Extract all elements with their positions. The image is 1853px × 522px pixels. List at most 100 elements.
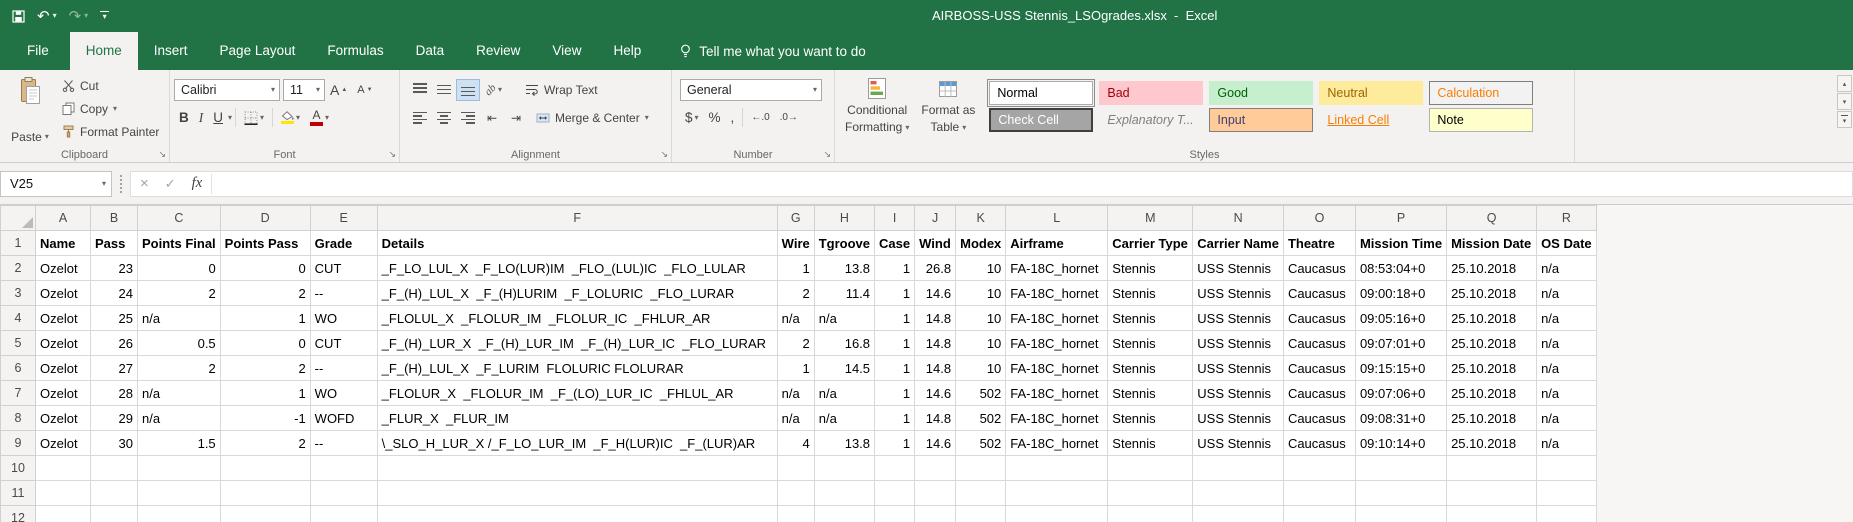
cell-M5[interactable]: Stennis bbox=[1108, 331, 1193, 356]
cell-R4[interactable]: n/a bbox=[1537, 306, 1597, 331]
cell-M3[interactable]: Stennis bbox=[1108, 281, 1193, 306]
cell-Q6[interactable]: 25.10.2018 bbox=[1447, 356, 1537, 381]
cell-B6[interactable]: 27 bbox=[91, 356, 138, 381]
cell-K10[interactable] bbox=[956, 456, 1006, 481]
cell-G3[interactable]: 2 bbox=[777, 281, 814, 306]
cell-F1[interactable]: Details bbox=[377, 231, 777, 256]
cell-M2[interactable]: Stennis bbox=[1108, 256, 1193, 281]
cell-R3[interactable]: n/a bbox=[1537, 281, 1597, 306]
cell-I8[interactable]: 1 bbox=[875, 406, 915, 431]
cell-B2[interactable]: 23 bbox=[91, 256, 138, 281]
cell-N4[interactable]: USS Stennis bbox=[1193, 306, 1284, 331]
cell-D5[interactable]: 0 bbox=[220, 331, 310, 356]
cell-E12[interactable] bbox=[310, 506, 377, 522]
row-header-1[interactable]: 1 bbox=[1, 231, 36, 256]
cell-B9[interactable]: 30 bbox=[91, 431, 138, 456]
font-dialog-launcher[interactable]: ↘ bbox=[388, 149, 396, 160]
cell-R2[interactable]: n/a bbox=[1537, 256, 1597, 281]
cell-E1[interactable]: Grade bbox=[310, 231, 377, 256]
cell-D3[interactable]: 2 bbox=[220, 281, 310, 306]
cell-E4[interactable]: WO bbox=[310, 306, 377, 331]
cell-N11[interactable] bbox=[1193, 481, 1284, 506]
cell-Q11[interactable] bbox=[1447, 481, 1537, 506]
cell-I12[interactable] bbox=[875, 506, 915, 522]
cell-F6[interactable]: _F_(H)_LUL_X _F_LURIM FLOLURIC FLOLURAR bbox=[377, 356, 777, 381]
cell-H3[interactable]: 11.4 bbox=[814, 281, 874, 306]
paste-button[interactable]: Paste▾ bbox=[4, 74, 56, 144]
cell-K11[interactable] bbox=[956, 481, 1006, 506]
cell-P10[interactable] bbox=[1355, 456, 1446, 481]
row-header-10[interactable]: 10 bbox=[1, 456, 36, 481]
cell-O10[interactable] bbox=[1283, 456, 1355, 481]
decrease-font-size-button[interactable]: A▼ bbox=[352, 79, 377, 101]
cell-E2[interactable]: CUT bbox=[310, 256, 377, 281]
cell-H9[interactable]: 13.8 bbox=[814, 431, 874, 456]
cell-Q10[interactable] bbox=[1447, 456, 1537, 481]
cell-style-explanatory-t[interactable]: Explanatory T... bbox=[1099, 108, 1203, 132]
cell-M10[interactable] bbox=[1108, 456, 1193, 481]
cell-R8[interactable]: n/a bbox=[1537, 406, 1597, 431]
column-header-N[interactable]: N bbox=[1193, 206, 1284, 231]
cell-I11[interactable] bbox=[875, 481, 915, 506]
cell-H1[interactable]: Tgroove bbox=[814, 231, 874, 256]
cell-R1[interactable]: OS Date bbox=[1537, 231, 1597, 256]
undo-button[interactable]: ↶▾ bbox=[37, 9, 57, 24]
cell-K9[interactable]: 502 bbox=[956, 431, 1006, 456]
align-center-button[interactable] bbox=[432, 107, 456, 129]
middle-align-button[interactable] bbox=[432, 79, 456, 101]
cell-J4[interactable]: 14.8 bbox=[915, 306, 956, 331]
cell-C11[interactable] bbox=[138, 481, 221, 506]
cell-E9[interactable]: -- bbox=[310, 431, 377, 456]
cell-style-check-cell[interactable]: Check Cell bbox=[989, 108, 1093, 132]
cell-A12[interactable] bbox=[36, 506, 91, 522]
wrap-text-button[interactable]: Wrap Text bbox=[521, 79, 602, 101]
cell-N2[interactable]: USS Stennis bbox=[1193, 256, 1284, 281]
cell-N6[interactable]: USS Stennis bbox=[1193, 356, 1284, 381]
cell-J7[interactable]: 14.6 bbox=[915, 381, 956, 406]
cell-L6[interactable]: FA-18C_hornet bbox=[1006, 356, 1108, 381]
cell-J8[interactable]: 14.8 bbox=[915, 406, 956, 431]
save-button[interactable] bbox=[12, 10, 25, 23]
cell-D8[interactable]: -1 bbox=[220, 406, 310, 431]
cell-F11[interactable] bbox=[377, 481, 777, 506]
column-header-F[interactable]: F bbox=[377, 206, 777, 231]
cell-N1[interactable]: Carrier Name bbox=[1193, 231, 1284, 256]
cell-E6[interactable]: -- bbox=[310, 356, 377, 381]
cell-A7[interactable]: Ozelot bbox=[36, 381, 91, 406]
cell-D10[interactable] bbox=[220, 456, 310, 481]
orientation-button[interactable]: ab▾ bbox=[480, 79, 507, 101]
cell-A5[interactable]: Ozelot bbox=[36, 331, 91, 356]
formula-input[interactable] bbox=[218, 172, 1852, 196]
number-dialog-launcher[interactable]: ↘ bbox=[823, 149, 831, 160]
tab-formulas[interactable]: Formulas bbox=[311, 32, 399, 70]
cell-R7[interactable]: n/a bbox=[1537, 381, 1597, 406]
cell-C3[interactable]: 2 bbox=[138, 281, 221, 306]
column-header-I[interactable]: I bbox=[875, 206, 915, 231]
cell-K5[interactable]: 10 bbox=[956, 331, 1006, 356]
cell-E8[interactable]: WOFD bbox=[310, 406, 377, 431]
increase-font-size-button[interactable]: A▲ bbox=[325, 79, 352, 101]
cell-Q4[interactable]: 25.10.2018 bbox=[1447, 306, 1537, 331]
tab-insert[interactable]: Insert bbox=[138, 32, 204, 70]
cell-G11[interactable] bbox=[777, 481, 814, 506]
column-header-G[interactable]: G bbox=[777, 206, 814, 231]
cell-H4[interactable]: n/a bbox=[814, 306, 874, 331]
cut-button[interactable]: Cut bbox=[59, 74, 162, 97]
cell-H5[interactable]: 16.8 bbox=[814, 331, 874, 356]
cell-K2[interactable]: 10 bbox=[956, 256, 1006, 281]
cell-K6[interactable]: 10 bbox=[956, 356, 1006, 381]
cell-B4[interactable]: 25 bbox=[91, 306, 138, 331]
font-size-select[interactable]: 11▾ bbox=[283, 79, 325, 101]
cell-J1[interactable]: Wind bbox=[915, 231, 956, 256]
cell-style-bad[interactable]: Bad bbox=[1099, 81, 1203, 105]
column-header-Q[interactable]: Q bbox=[1447, 206, 1537, 231]
underline-button[interactable]: U bbox=[208, 107, 228, 129]
cell-N3[interactable]: USS Stennis bbox=[1193, 281, 1284, 306]
cell-I3[interactable]: 1 bbox=[875, 281, 915, 306]
cell-G12[interactable] bbox=[777, 506, 814, 522]
cell-P2[interactable]: 08:53:04+0 bbox=[1355, 256, 1446, 281]
cell-F8[interactable]: _FLUR_X _FLUR_IM bbox=[377, 406, 777, 431]
cell-A1[interactable]: Name bbox=[36, 231, 91, 256]
cell-R5[interactable]: n/a bbox=[1537, 331, 1597, 356]
tab-page-layout[interactable]: Page Layout bbox=[204, 32, 312, 70]
